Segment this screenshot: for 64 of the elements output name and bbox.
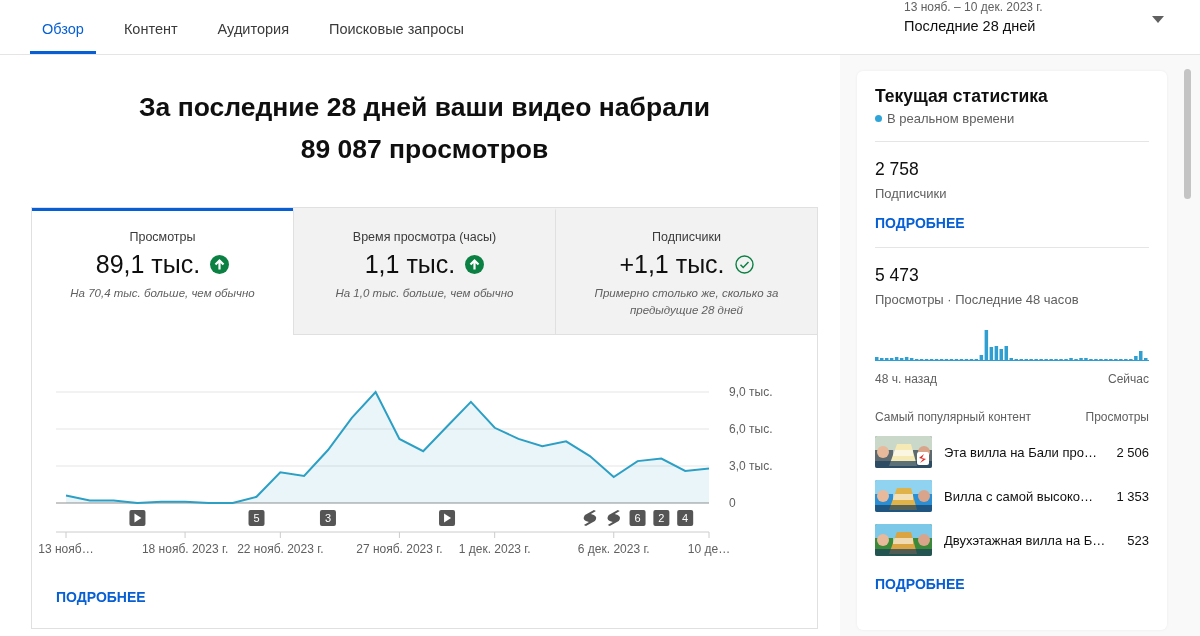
x-axis-label: 10 де… — [687, 542, 731, 556]
metric-value: +1,1 тыс. — [619, 250, 725, 279]
x-axis-label: 13 нояб… — [38, 542, 94, 556]
view-count: 2 506 — [1116, 444, 1149, 460]
scrollbar-thumb[interactable] — [1183, 69, 1191, 199]
metric-label: Просмотры — [129, 230, 196, 244]
video-count-marker[interactable]: 5 — [248, 510, 265, 526]
arrow-up-icon — [210, 255, 230, 274]
headline: За последние 28 дней ваши видео набрали — [138, 91, 711, 124]
x-axis-label: 27 нояб. 2023 г. — [356, 542, 443, 556]
video-title[interactable]: Двухэтажная вилла на Б… — [944, 532, 1116, 548]
date-range-text: 13 нояб. – 10 дек. 2023 г. — [904, 0, 1043, 14]
x-axis-label: 1 дек. 2023 г. — [458, 542, 531, 556]
y-axis-label: 6,0 тыс. — [729, 422, 773, 436]
panel-title: Текущая статистика — [875, 86, 1049, 107]
shorts-icon[interactable] — [583, 510, 597, 526]
more-link[interactable]: ПОДРОБНЕЕ — [875, 576, 965, 592]
video-count-marker[interactable]: 6 — [629, 510, 646, 526]
date-range-dropdown[interactable]: 13 нояб. – 10 дек. 2023 г. Последние 28 дней — [904, 0, 1164, 54]
metric-tab[interactable]: Подписчики +1,1 тыс. Примерно столько же, сколько за предыдущие 28 дней — [555, 208, 817, 335]
views-count: 5 473 — [875, 265, 920, 286]
video-count-marker[interactable]: 2 — [653, 510, 670, 526]
axis-label: 48 ч. назад — [875, 372, 937, 386]
metric-note: На 70,4 тыс. больше, чем обычно — [70, 286, 255, 301]
column-header: Самый популярный контент — [875, 410, 1032, 424]
video-count-marker[interactable]: 3 — [319, 510, 336, 526]
shorts-icon[interactable] — [607, 510, 621, 526]
video-title[interactable]: Эта вилла на Бали про… — [944, 444, 1105, 460]
column-header: Просмотры — [1085, 410, 1149, 424]
metric-value: 1,1 тыс. — [364, 250, 456, 279]
axis-label: Сейчас — [1108, 372, 1149, 386]
more-link[interactable]: ПОДРОБНЕЕ — [875, 215, 965, 231]
x-axis-label: 22 нояб. 2023 г. — [237, 542, 324, 556]
metric-note: Примерно столько же, сколько за предыдущие 28 дней — [593, 286, 780, 318]
headline: 89 087 просмотров — [300, 133, 549, 166]
y-axis-label: 3,0 тыс. — [729, 459, 773, 473]
view-count: 1 353 — [1116, 488, 1149, 504]
check-circle-icon — [734, 255, 754, 274]
period-text: Последние 28 дней — [904, 18, 1037, 34]
x-axis-label: 18 нояб. 2023 г. — [141, 542, 229, 556]
y-axis-label: 0 — [729, 496, 736, 510]
dropdown-caret-icon — [1152, 16, 1164, 23]
stat-label: Подписчики — [875, 186, 948, 201]
video-count-marker[interactable]: 4 — [677, 510, 694, 526]
video-icon[interactable] — [129, 510, 146, 526]
video-icon[interactable] — [439, 510, 456, 526]
metric-note: На 1,0 тыс. больше, чем обычно — [335, 286, 514, 301]
x-axis-label: 6 дек. 2023 г. — [577, 542, 650, 556]
arrow-up-icon — [465, 255, 485, 274]
nav-tab[interactable]: Контент — [111, 0, 190, 54]
y-axis-label: 9,0 тыс. — [729, 385, 773, 399]
metric-label: Подписчики — [652, 230, 721, 244]
view-count: 523 — [1127, 532, 1149, 548]
metric-label: Время просмотра (часы) — [352, 230, 497, 244]
metric-value: 89,1 тыс. — [95, 250, 201, 279]
metric-tab[interactable]: Время просмотра (часы) 1,1 тыс. На 1,0 тыс. больше, чем обычно — [293, 208, 555, 335]
video-title[interactable]: Вилла с самой высоко… — [944, 488, 1105, 504]
more-link[interactable]: ПОДРОБНЕЕ — [56, 589, 146, 605]
nav-tab[interactable]: Поисковые запросы — [317, 0, 476, 54]
subscriber-count: 2 758 — [875, 159, 920, 180]
stat-label: Просмотры · Последние 48 часов — [875, 292, 1080, 307]
nav-tab[interactable]: Аудитория — [205, 0, 301, 54]
live-status: В реальном времени — [887, 111, 1015, 126]
live-dot — [875, 115, 882, 122]
